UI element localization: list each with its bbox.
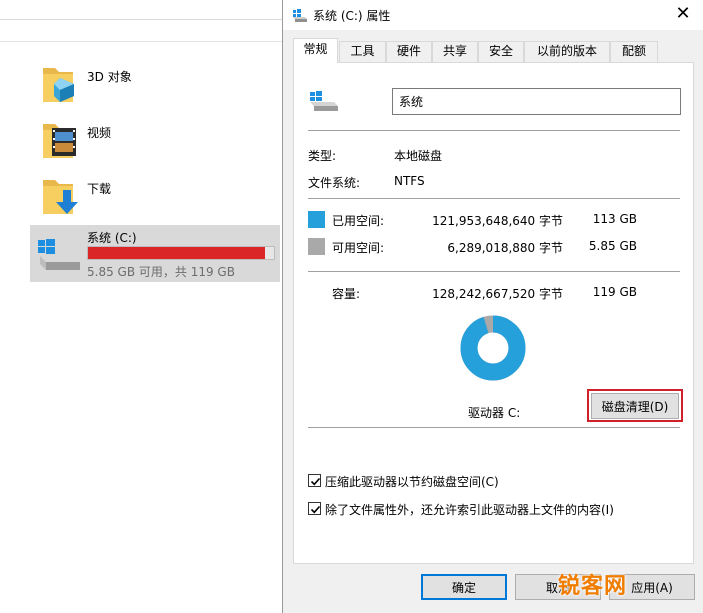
used-space-bytes: 121,953,648,640 字节 [432,214,563,228]
close-button[interactable]: ✕ [668,3,698,25]
explorer-divider [0,41,282,42]
index-label: 除了文件属性外，还允许索引此驱动器上文件的内容(I) [325,503,614,517]
filesystem-value: NTFS [394,174,425,188]
tab-general[interactable]: 常规 [293,38,338,63]
disk-usage-donut [460,315,526,381]
ok-button[interactable]: 确定 [421,574,507,600]
folder-label: 3D 对象 [87,70,132,84]
explorer-window: 3D 对象 视频 下载 系统 (C:) 5.85 GB 可用，共 119 GB [0,0,282,613]
separator [308,198,680,199]
dialog-titlebar: 系统 (C:) 属性 ✕ [283,0,703,30]
drive-item-c[interactable]: 系统 (C:) 5.85 GB 可用，共 119 GB [30,225,280,282]
folder-item-3d-objects[interactable]: 3D 对象 [40,62,280,108]
type-label: 类型: [308,149,337,163]
filesystem-label: 文件系统: [308,176,361,190]
index-drive-option[interactable]: 除了文件属性外，还允许索引此驱动器上文件的内容(I) [308,501,688,517]
tab-tools[interactable]: 工具 [339,41,386,62]
drive-usage-bar [87,246,275,260]
separator [308,427,680,428]
3d-objects-folder-icon [43,68,74,102]
separator [308,271,680,272]
dialog-title: 系统 (C:) 属性 [313,9,391,23]
drive-icon [293,9,307,22]
drive-name-field[interactable] [392,88,681,115]
folder-item-downloads[interactable]: 下载 [40,174,280,220]
drive-name: 系统 (C:) [87,231,137,245]
apply-button[interactable]: 应用(A) [609,574,695,600]
free-space-bytes: 6,289,018,880 字节 [447,241,563,255]
compress-label: 压缩此驱动器以节约磁盘空间(C) [325,475,499,489]
drive-usage-bar-fill [88,247,265,259]
tab-strip: 常规 工具 硬件 共享 安全 以前的版本 配额 [293,38,693,63]
capacity-bytes: 128,242,667,520 字节 [432,287,563,301]
cancel-button[interactable]: 取消 [515,574,601,600]
folder-item-videos[interactable]: 视频 [40,118,280,164]
free-space-swatch [308,238,325,255]
checkmark-icon [310,477,321,486]
close-icon: ✕ [675,3,691,24]
compress-drive-option[interactable]: 压缩此驱动器以节约磁盘空间(C) [308,473,668,489]
donut-used-segment [460,315,526,381]
index-checkbox[interactable] [308,502,321,515]
used-space-swatch [308,211,325,228]
type-value: 本地磁盘 [394,149,443,163]
capacity-size: 119 GB [592,285,637,299]
drive-usage-text: 5.85 GB 可用，共 119 GB [87,265,235,279]
drive-icon [310,91,338,111]
tab-sharing[interactable]: 共享 [432,41,478,62]
used-space-label: 已用空间: [332,214,385,228]
tab-security[interactable]: 安全 [478,41,524,62]
general-panel: 类型: 本地磁盘 文件系统: NTFS 已用空间: 121,953,648,64… [293,62,694,564]
used-space-size: 113 GB [592,212,637,226]
separator [308,130,680,131]
explorer-divider [0,19,282,20]
videos-folder-icon [43,124,76,158]
capacity-label: 容量: [332,287,361,301]
tab-quota[interactable]: 配额 [610,41,658,62]
free-space-size: 5.85 GB [588,239,637,253]
system-drive-icon [38,239,80,270]
checkmark-icon [310,505,321,514]
tab-hardware[interactable]: 硬件 [386,41,432,62]
compress-checkbox[interactable] [308,474,321,487]
disk-cleanup-button[interactable]: 磁盘清理(D) [591,393,679,419]
downloads-folder-icon [43,180,78,214]
folder-label: 视频 [87,126,112,140]
folder-label: 下载 [87,182,112,196]
properties-dialog: 系统 (C:) 属性 ✕ 常规 工具 硬件 共享 安全 以前的版本 配额 类型:… [282,0,703,613]
free-space-label: 可用空间: [332,241,385,255]
tab-previous-versions[interactable]: 以前的版本 [524,41,610,62]
drive-letter-label: 驱动器 C: [468,406,521,420]
